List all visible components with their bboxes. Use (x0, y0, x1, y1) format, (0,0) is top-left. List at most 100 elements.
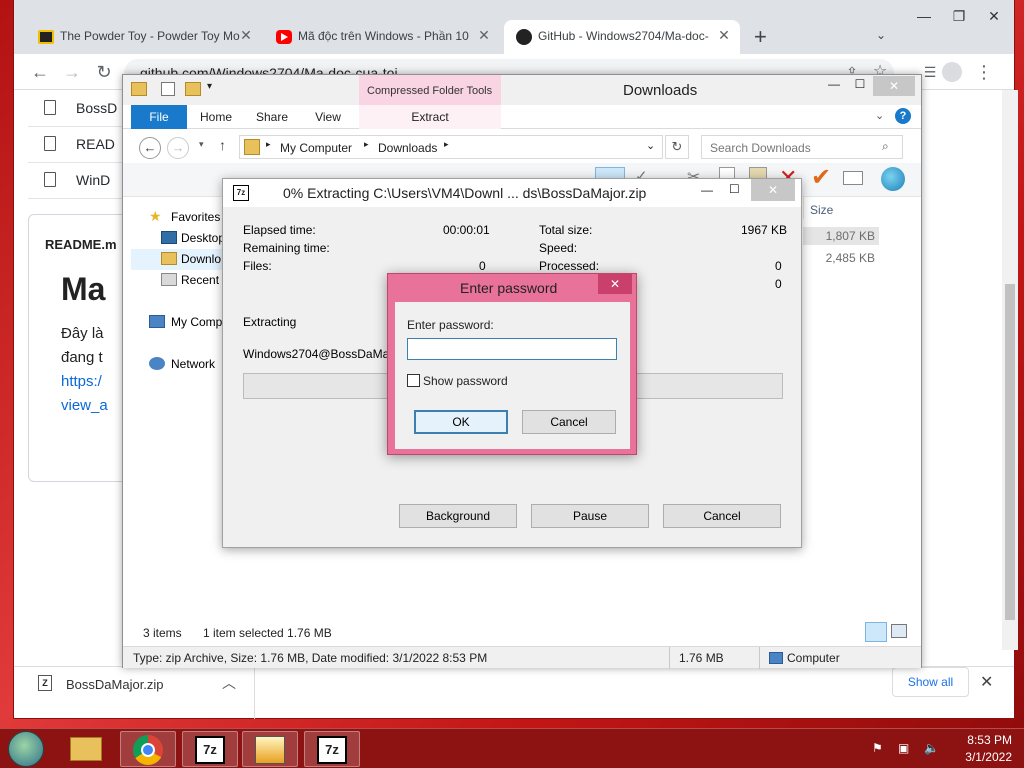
maximize-icon[interactable]: ☐ (729, 182, 740, 196)
download-item-name[interactable]: BossDaMajor.zip (66, 677, 164, 692)
browser-tabstrip: The Powder Toy - Powder Toy Mo ✕ Mã độc … (14, 0, 1014, 54)
cancel-button[interactable]: Cancel (522, 410, 616, 434)
ribbon-expand-icon[interactable]: ⌄ (875, 109, 884, 122)
nav-label: Favorites (171, 210, 221, 224)
taskbar-chrome[interactable] (120, 731, 176, 767)
page-scrollbar[interactable] (1002, 90, 1018, 650)
volume-muted-icon[interactable]: 🔈 (924, 741, 939, 755)
context-tab-label: Compressed Folder Tools (367, 85, 493, 97)
minimize-icon[interactable]: — (909, 8, 939, 28)
status-bar: 3 items 1 item selected 1.76 MB (123, 620, 921, 646)
help-icon[interactable]: ? (895, 108, 911, 124)
profile-avatar-icon[interactable] (942, 62, 962, 82)
chevron-up-icon[interactable]: ︿ (222, 673, 236, 693)
tab-file[interactable]: File (131, 105, 187, 129)
computer-icon (769, 652, 783, 664)
powder-toy-icon (38, 30, 54, 44)
taskbar-7zip-2[interactable]: 7z (304, 731, 360, 767)
globe-icon[interactable] (881, 167, 905, 191)
quick-access-chevron-icon[interactable]: ▾ (207, 81, 212, 92)
properties-icon[interactable] (161, 82, 175, 96)
taskbar-explorer[interactable] (58, 731, 114, 767)
breadcrumb[interactable]: ▸ My Computer ▸ Downloads ▸ ⌄ (239, 135, 663, 159)
browser-tab-powder-toy[interactable]: The Powder Toy - Powder Toy Mo ✕ (26, 20, 262, 54)
network-icon (149, 357, 165, 370)
refresh-icon[interactable]: ↻ (665, 135, 689, 159)
forward-arrow-icon[interactable]: → (60, 60, 84, 84)
folder-icon (70, 737, 102, 761)
files-value: 0 (479, 259, 486, 273)
reload-icon[interactable]: ↻ (92, 60, 116, 84)
maximize-icon[interactable]: ❐ (944, 8, 974, 28)
address-chevron-icon[interactable]: ⌄ (646, 139, 655, 152)
minimize-icon[interactable]: — (823, 77, 845, 95)
file-name: READ (76, 136, 115, 152)
search-input[interactable]: Search Downloads ⌕ (701, 135, 903, 159)
explorer-navbar: ← → ▾ ↑ ▸ My Computer ▸ Downloads ▸ ⌄ ↻ … (123, 131, 921, 163)
details-location: Computer (787, 651, 840, 665)
dialog-titlebar: 7z 0% Extracting C:\Users\VM4\Downl ... … (223, 179, 801, 207)
pause-button[interactable]: Pause (531, 504, 649, 528)
tab-close-icon[interactable]: ✕ (238, 27, 254, 45)
tab-share[interactable]: Share (247, 105, 297, 129)
browser-tab-youtube[interactable]: Mã độc trên Windows - Phần 10 ✕ (264, 20, 500, 54)
action-center-flag-icon[interactable]: ⚑ (872, 741, 883, 755)
new-tab-button[interactable]: + (754, 24, 767, 50)
taskbar-powder-toy[interactable] (242, 731, 298, 767)
back-arrow-icon[interactable]: ← (139, 137, 161, 159)
show-password-checkbox[interactable] (407, 374, 420, 387)
search-icon[interactable]: ⌕ (882, 139, 889, 154)
close-icon[interactable]: ✕ (598, 274, 632, 294)
total-size-label: Total size: (539, 223, 593, 237)
forward-arrow-icon[interactable]: → (167, 137, 189, 159)
large-icons-view-icon[interactable] (891, 624, 907, 638)
nav-label: My Comp (171, 315, 223, 329)
tab-label: Mã độc trên Windows - Phần 10 (298, 29, 469, 43)
divider (759, 647, 760, 669)
start-button-icon[interactable] (8, 731, 44, 767)
recent-locations-chevron-icon[interactable]: ▾ (199, 139, 204, 150)
minimize-icon[interactable]: — (701, 183, 713, 197)
scrollbar-thumb[interactable] (1005, 284, 1015, 620)
password-dialog: Enter password ✕ Enter password: Show pa… (387, 273, 637, 455)
up-arrow-icon[interactable]: ↑ (219, 137, 226, 153)
cancel-button[interactable]: Cancel (663, 504, 781, 528)
taskbar-7zip[interactable]: 7z (182, 731, 238, 767)
tab-extract[interactable]: Extract (359, 105, 501, 129)
close-icon[interactable]: ✕ (979, 8, 1009, 28)
close-icon[interactable]: ✕ (980, 672, 993, 692)
readme-link[interactable]: https:/ (61, 373, 102, 390)
tab-close-icon[interactable]: ✕ (716, 27, 732, 45)
nav-label: Desktop (181, 231, 226, 245)
new-folder-icon[interactable] (185, 82, 201, 96)
back-arrow-icon[interactable]: ← (28, 60, 52, 84)
details-view-icon[interactable] (865, 622, 887, 642)
clock-time[interactable]: 8:53 PM (952, 733, 1012, 747)
close-icon[interactable]: ✕ (751, 179, 795, 201)
folder-icon[interactable] (131, 82, 147, 96)
close-icon[interactable]: ✕ (873, 76, 915, 96)
readme-link[interactable]: view_a (61, 397, 108, 414)
show-all-button[interactable]: Show all (892, 667, 969, 697)
background-button[interactable]: Background (399, 504, 517, 528)
password-input[interactable] (407, 338, 617, 360)
ok-button[interactable]: OK (414, 410, 508, 434)
tab-search-chevron-icon[interactable]: ⌄ (876, 28, 886, 42)
tab-close-icon[interactable]: ✕ (476, 27, 492, 45)
nav-label: Network (171, 357, 216, 371)
divider (254, 667, 255, 719)
breadcrumb-item[interactable]: My Computer (280, 141, 352, 155)
browser-tab-github[interactable]: GitHub - Windows2704/Ma-doc- ✕ (504, 20, 740, 54)
checkmark-icon[interactable]: ✔ (811, 163, 831, 192)
speed-label: Speed: (539, 241, 578, 255)
column-header-size[interactable]: Size (803, 197, 903, 219)
clock-date[interactable]: 3/1/2022 (952, 750, 1012, 764)
file-size-cell: 2,485 KB (825, 251, 875, 265)
tab-view[interactable]: View (303, 105, 353, 129)
network-status-icon[interactable]: ▣ (898, 741, 909, 755)
menu-kebab-icon[interactable]: ⋮ (972, 60, 996, 84)
breadcrumb-item[interactable]: Downloads (378, 141, 437, 155)
tab-home[interactable]: Home (191, 105, 241, 129)
properties-icon[interactable] (843, 171, 863, 185)
maximize-icon[interactable]: ☐ (849, 77, 871, 95)
